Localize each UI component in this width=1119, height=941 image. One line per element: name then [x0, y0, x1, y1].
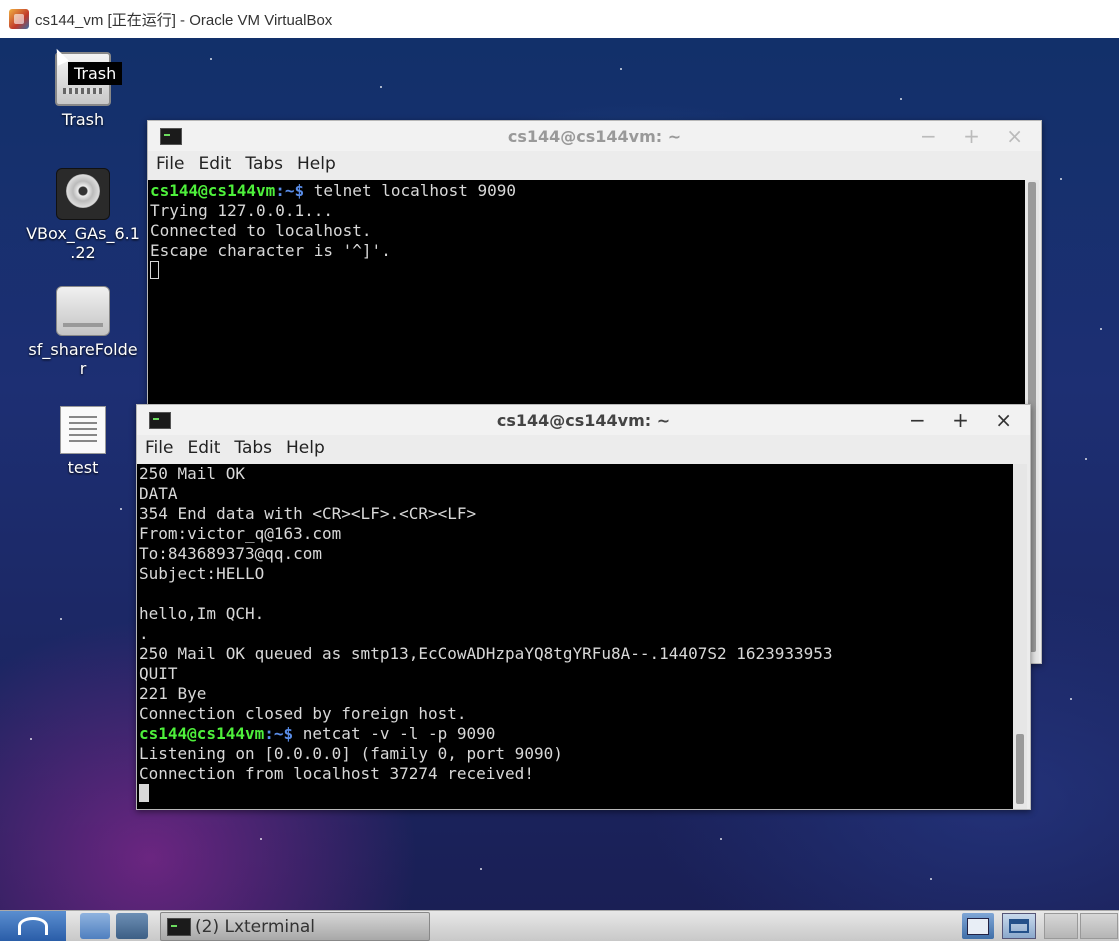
tooltip: Trash [68, 62, 123, 85]
text-cursor [139, 784, 149, 802]
menu-tabs[interactable]: Tabs [245, 154, 283, 174]
terminal-line: Connection from localhost 37274 received… [139, 764, 534, 783]
menu-help[interactable]: Help [286, 438, 325, 458]
terminal-line: Listening on [0.0.0.0] (family 0, port 9… [139, 744, 563, 763]
terminal-line: 250 Mail OK [139, 464, 245, 483]
terminal-line: Connected to localhost. [150, 221, 372, 240]
terminal-titlebar[interactable]: cs144@cs144vm: ~ − + × [148, 121, 1041, 151]
terminal-line: From:victor_q@163.com [139, 524, 342, 543]
terminal-line: Connection closed by foreign host. [139, 704, 467, 723]
desktop-icon-sf-sharefolder[interactable]: sf_shareFolde r [13, 286, 153, 378]
terminal-line [150, 261, 1023, 281]
virtualbox-icon [9, 9, 29, 29]
terminal-line: cs144@cs144vm:~$ netcat -v -l -p 9090 [139, 724, 496, 743]
terminal-titlebar[interactable]: cs144@cs144vm: ~ − + × [137, 405, 1030, 435]
terminal-line: hello,Im QCH. [139, 604, 265, 623]
taskbar: (2) Lxterminal [0, 910, 1119, 941]
terminal-line: 221 Bye [139, 684, 207, 703]
terminal-menubar: File Edit Tabs Help [148, 151, 1041, 177]
start-menu-button[interactable] [0, 911, 66, 941]
terminal-window-front[interactable]: cs144@cs144vm: ~ − + × File Edit Tabs He… [136, 404, 1031, 810]
taskbar-task-label: (2) Lxterminal [195, 917, 316, 937]
terminal-line: Trying 127.0.0.1... [150, 201, 334, 220]
terminal-title: cs144@cs144vm: ~ [507, 127, 682, 146]
terminal-line [139, 784, 1011, 804]
desktop-icon-label: VBox_GAs_6.1 .22 [26, 224, 140, 262]
desktop-icon-label: sf_shareFolde r [28, 340, 138, 378]
window-controls[interactable]: − + × [920, 124, 1033, 148]
workspace-button-2[interactable] [1080, 913, 1118, 939]
terminal-menubar: File Edit Tabs Help [137, 435, 1030, 461]
menu-edit[interactable]: Edit [187, 438, 220, 458]
terminal-line: Subject:HELLO [139, 564, 265, 583]
host-window-titlebar: cs144_vm [正在运行] - Oracle VM VirtualBox [0, 0, 1119, 38]
menu-file[interactable]: File [145, 438, 173, 458]
menu-help[interactable]: Help [297, 154, 336, 174]
text-file-icon [60, 406, 106, 454]
terminal-line: To:843689373@qq.com [139, 544, 323, 563]
menu-tabs[interactable]: Tabs [234, 438, 272, 458]
desktop-icon-vbox-gas[interactable]: VBox_GAs_6.1 .22 [13, 168, 153, 262]
terminal-scrollbar[interactable] [1013, 464, 1027, 809]
window-switcher-icon[interactable] [1002, 913, 1036, 939]
terminal-line: 354 End data with <CR><LF>.<CR><LF> [139, 504, 477, 523]
show-desktop-icon[interactable] [962, 913, 994, 939]
terminal-line: QUIT [139, 664, 178, 683]
terminal-line: cs144@cs144vm:~$ telnet localhost 9090 [150, 181, 517, 200]
file-manager-icon[interactable] [80, 913, 110, 939]
cd-icon [56, 168, 110, 220]
desktop-icon-label: test [67, 458, 99, 477]
window-controls[interactable]: − + × [909, 408, 1022, 432]
desktop[interactable]: Trash Trash VBox_GAs_6.1 .22 sf_shareFol… [0, 38, 1119, 910]
terminal-output[interactable]: 250 Mail OK DATA 354 End data with <CR><… [137, 464, 1013, 809]
desktop-icon-label: Trash [61, 110, 105, 129]
drive-icon [56, 286, 110, 336]
text-cursor [150, 261, 159, 279]
desktop-icon-test[interactable]: test [13, 406, 153, 477]
terminal-line: 250 Mail OK queued as smtp13,EcCowADHzpa… [139, 644, 833, 663]
menu-edit[interactable]: Edit [198, 154, 231, 174]
host-window-title: cs144_vm [正在运行] - Oracle VM VirtualBox [35, 11, 333, 29]
terminal-line: Escape character is '^]'. [150, 241, 391, 260]
terminal-line: . [139, 624, 149, 643]
terminal-title: cs144@cs144vm: ~ [496, 411, 671, 430]
terminal-line: DATA [139, 484, 178, 503]
workspace-button-1[interactable] [1044, 913, 1078, 939]
network-icon[interactable] [116, 913, 148, 939]
taskbar-task-lxterminal[interactable]: (2) Lxterminal [160, 912, 430, 941]
terminal-icon [167, 918, 191, 936]
menu-file[interactable]: File [156, 154, 184, 174]
